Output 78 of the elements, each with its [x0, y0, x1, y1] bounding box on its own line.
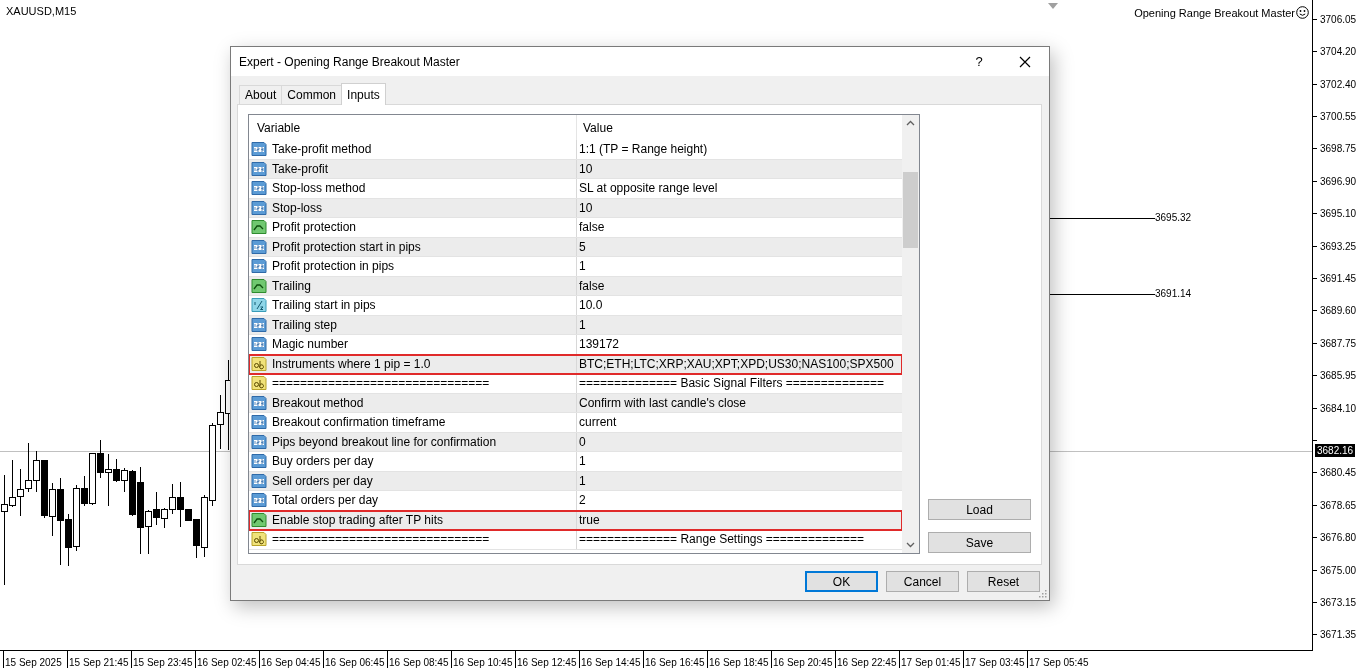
price-label: 3675.00	[1320, 564, 1357, 576]
price-label: 3678.65	[1320, 499, 1357, 511]
variable-name: Breakout confirmation timeframe	[272, 415, 446, 430]
time-label: 15 Sep 21:45	[69, 657, 129, 668]
price-label: 3696.90	[1320, 175, 1357, 187]
help-button[interactable]: ?	[956, 47, 1002, 76]
variable-name: Trailing start in pips	[272, 298, 376, 313]
time-label: 15 Sep 23:45	[133, 657, 193, 668]
time-label: 17 Sep 03:45	[965, 657, 1025, 668]
tab[interactable]: About	[239, 85, 283, 104]
level-label: 3695.32	[1155, 212, 1192, 223]
variable-name: Pips beyond breakout line for confirmation	[272, 434, 497, 449]
variable-name: Magic number	[272, 337, 349, 352]
variable-name: ===============================	[272, 532, 490, 547]
price-label: 3685.95	[1320, 370, 1357, 382]
price-label: 3684.10	[1320, 402, 1357, 414]
current-price-label: 3682.16	[1315, 444, 1356, 457]
time-label: 15 Sep 2025	[5, 657, 62, 668]
time-label: 16 Sep 10:45	[453, 657, 513, 668]
price-label: 3673.15	[1320, 597, 1357, 608]
price-label: 3695.10	[1320, 208, 1357, 220]
time-label: 16 Sep 20:45	[773, 657, 833, 668]
time-label: 16 Sep 12:45	[517, 657, 577, 668]
price-label: 3689.60	[1320, 305, 1357, 317]
variable-name: Profit protection start in pips	[272, 239, 421, 254]
dialog-button[interactable]: Cancel	[886, 571, 959, 592]
variable-name: Sell orders per day	[272, 473, 373, 488]
side-button[interactable]: Save	[928, 532, 1031, 553]
smiley-icon	[1296, 6, 1309, 19]
price-label: 3671.35	[1320, 629, 1357, 641]
variable-name: Profit protection in pips	[272, 259, 395, 274]
variable-name: Buy orders per day	[272, 454, 374, 469]
price-label: 3693.25	[1320, 240, 1357, 252]
price-label: 3676.80	[1320, 532, 1357, 544]
price-label: 3680.45	[1320, 467, 1357, 479]
level-label: 3691.14	[1155, 288, 1192, 299]
variable-name: Total orders per day	[272, 493, 379, 508]
variable-name: Stop-loss	[272, 200, 323, 215]
dialog-button[interactable]: OK	[805, 571, 878, 592]
tab[interactable]: Inputs	[341, 83, 386, 105]
time-label: 16 Sep 06:45	[325, 657, 385, 668]
column-header[interactable]: Variable	[249, 115, 576, 140]
expert-name: Opening Range Breakout Master	[1134, 6, 1295, 19]
variable-name: Take-profit	[272, 161, 329, 176]
chart-symbol: XAUUSD,M15	[6, 5, 77, 17]
price-label: 3702.40	[1320, 78, 1357, 90]
price-label: 3687.75	[1320, 337, 1357, 349]
time-label: 16 Sep 22:45	[837, 657, 897, 668]
time-label: 16 Sep 18:45	[709, 657, 769, 668]
time-label: 16 Sep 04:45	[261, 657, 321, 668]
scrollbar[interactable]	[902, 115, 919, 553]
time-label: 16 Sep 08:45	[389, 657, 449, 668]
price-label: 3698.75	[1320, 143, 1357, 155]
scroll-thumb[interactable]	[903, 172, 918, 248]
variable-name: ===============================	[272, 376, 490, 391]
variable-name: Stop-loss method	[272, 181, 366, 196]
shift-marker-icon	[1048, 3, 1058, 9]
resize-grip-icon	[1037, 588, 1047, 598]
variable-name: Enable stop trading after TP hits	[272, 512, 443, 527]
time-label: 16 Sep 14:45	[581, 657, 641, 668]
price-label: 3700.55	[1320, 110, 1357, 122]
time-label: 16 Sep 02:45	[197, 657, 257, 668]
time-label: 17 Sep 01:45	[901, 657, 961, 668]
dialog-button[interactable]: Reset	[967, 571, 1040, 592]
price-label: 3704.20	[1320, 46, 1357, 58]
variable-name: Instruments where 1 pip = 1.0	[272, 356, 431, 371]
variable-name: Breakout method	[272, 395, 364, 410]
variable-name: Take-profit method	[272, 142, 372, 157]
price-label: 3706.05	[1320, 13, 1357, 25]
variable-name: Profit protection	[272, 220, 357, 235]
side-button[interactable]: Load	[928, 499, 1031, 520]
window-title: Expert - Opening Range Breakout Master	[239, 54, 461, 69]
variable-name: Trailing	[272, 278, 311, 293]
time-label: 16 Sep 16:45	[645, 657, 705, 668]
variable-name: Trailing step	[272, 317, 337, 332]
price-label: 3691.45	[1320, 272, 1357, 284]
time-label: 17 Sep 05:45	[1029, 657, 1089, 668]
close-icon	[1019, 55, 1031, 68]
